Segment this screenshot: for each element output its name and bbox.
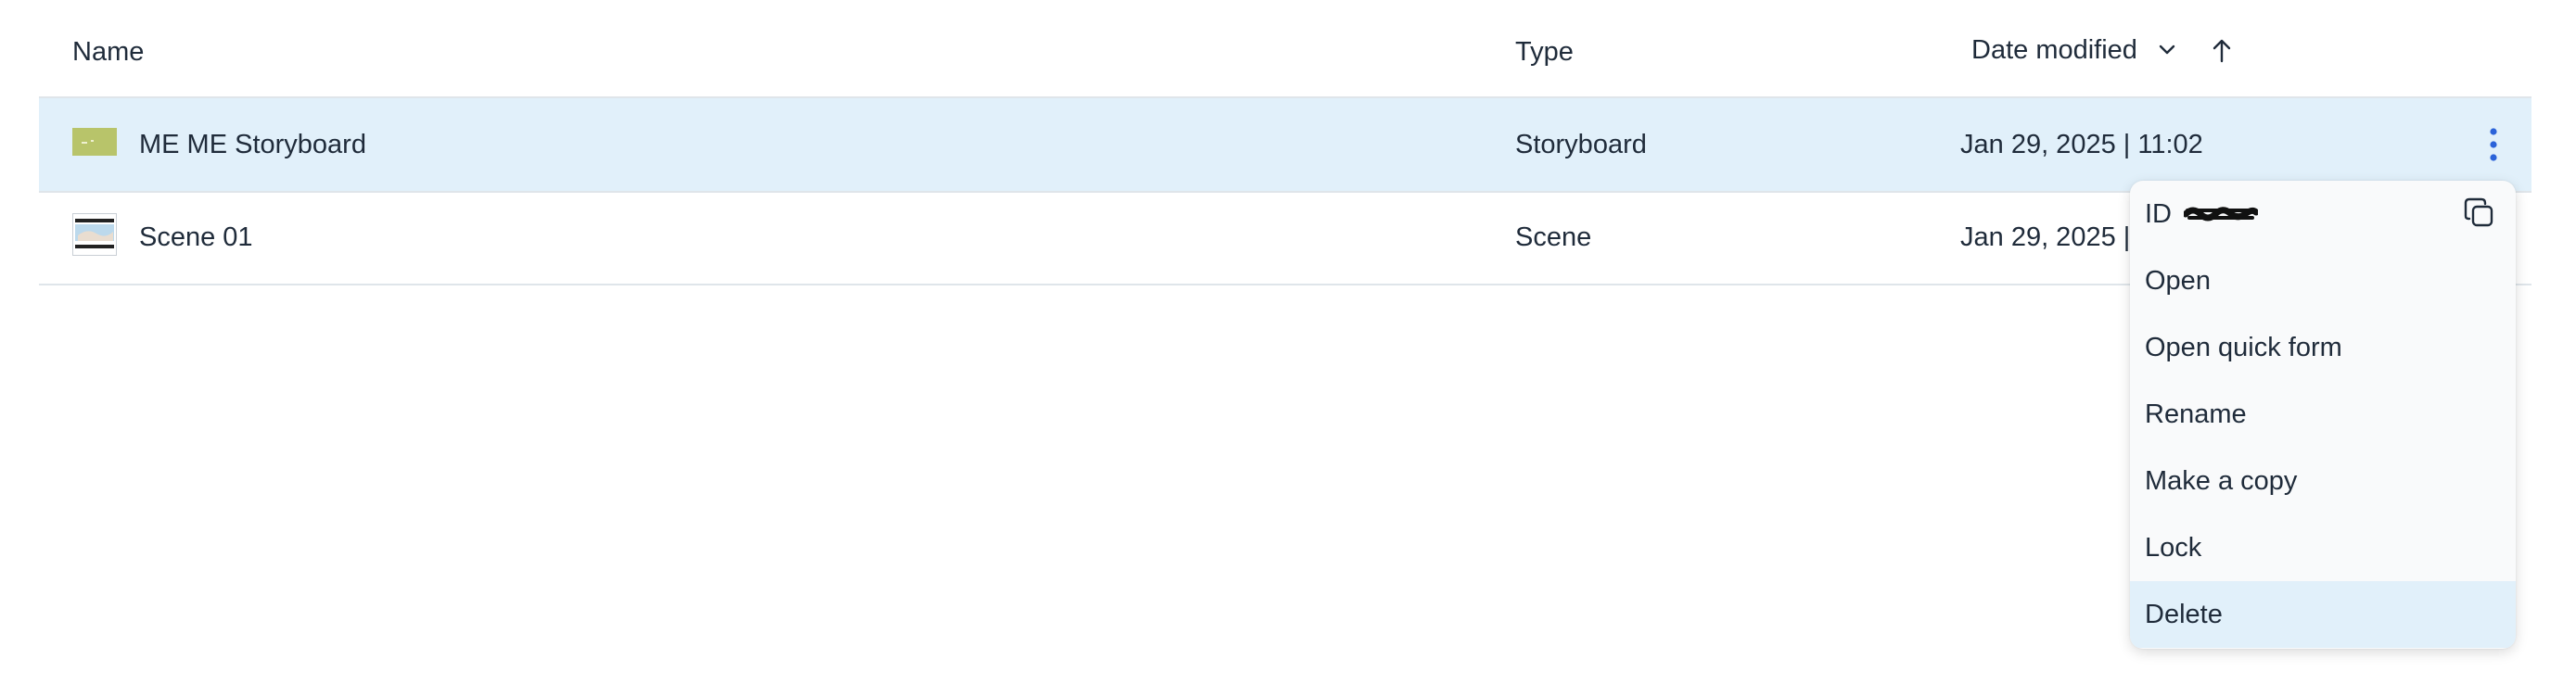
row-date-modified: Jan 29, 2025 | 11:02 bbox=[1960, 130, 2203, 159]
menu-item-id: ID bbox=[2130, 181, 2516, 247]
row-name[interactable]: Scene 01 bbox=[139, 219, 253, 256]
column-header-date-modified[interactable]: Date modified bbox=[1971, 32, 2137, 69]
copy-icon[interactable] bbox=[2462, 196, 2497, 231]
table-row[interactable]: ME ME Storyboard Storyboard Jan 29, 2025… bbox=[39, 98, 2531, 193]
menu-item-delete[interactable]: Delete bbox=[2130, 581, 2516, 648]
sort-ascending-arrow-icon[interactable] bbox=[2209, 37, 2235, 65]
menu-item-open[interactable]: Open bbox=[2130, 247, 2516, 314]
more-options-icon[interactable] bbox=[2487, 124, 2500, 165]
row-type: Scene bbox=[1515, 222, 1592, 252]
scene-thumbnail bbox=[72, 213, 117, 256]
table-header: Name Type Date modified bbox=[0, 0, 2576, 98]
menu-item-lock[interactable]: Lock bbox=[2130, 514, 2516, 581]
menu-item-rename[interactable]: Rename bbox=[2130, 381, 2516, 448]
id-label: ID bbox=[2145, 199, 2172, 229]
context-menu: ID Open Open quick form Rename Make a co… bbox=[2130, 181, 2516, 649]
menu-item-make-a-copy[interactable]: Make a copy bbox=[2130, 448, 2516, 514]
redacted-id-scribble bbox=[2184, 207, 2258, 222]
chevron-down-icon[interactable] bbox=[2155, 38, 2179, 62]
row-date-modified: Jan 29, 2025 | 1 bbox=[1960, 222, 2153, 252]
row-name[interactable]: ME ME Storyboard bbox=[139, 126, 366, 163]
column-header-type[interactable]: Type bbox=[1515, 33, 1574, 70]
menu-item-label: Make a copy bbox=[2145, 466, 2298, 496]
menu-item-label: Delete bbox=[2145, 600, 2223, 629]
menu-item-label: Rename bbox=[2145, 399, 2247, 429]
menu-item-open-quick-form[interactable]: Open quick form bbox=[2130, 314, 2516, 381]
menu-item-label: Open bbox=[2145, 266, 2211, 296]
column-header-name[interactable]: Name bbox=[72, 33, 144, 70]
storyboard-thumbnail bbox=[72, 128, 117, 156]
menu-item-label: Open quick form bbox=[2145, 333, 2342, 362]
menu-item-label: Lock bbox=[2145, 533, 2202, 563]
row-type: Storyboard bbox=[1515, 130, 1647, 159]
